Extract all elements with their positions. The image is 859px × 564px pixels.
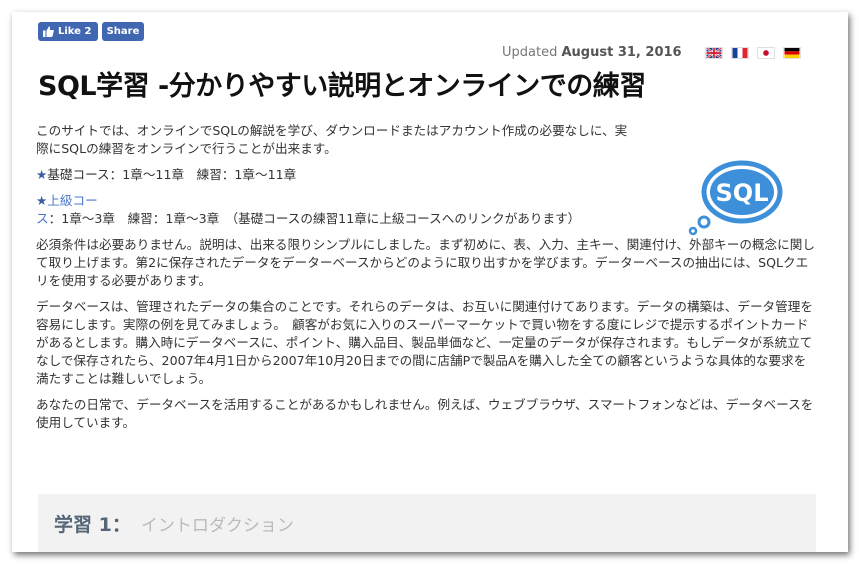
germany-flag-icon[interactable] <box>783 47 801 59</box>
star-icon: ★ <box>36 193 48 208</box>
updated-date: Updated August 31, 2016 <box>502 45 682 60</box>
advanced-course-text: ：1章～3章 練習：1章～3章 （基礎コースの練習11章に上級コースへのリンクが… <box>48 211 581 226</box>
daily-use-paragraph: あなたの日常で、データベースを活用することがあるかもしれません。例えば、ウェブブ… <box>36 397 814 430</box>
browser-page: Like 2 Share Updated August 31, 2016 SQL… <box>12 12 848 552</box>
facebook-like-button[interactable]: Like 2 <box>38 22 98 41</box>
advanced-course-line: ★上級コース：1章～3章 練習：1章～3章 （基礎コースの練習11章に上級コース… <box>36 192 636 228</box>
star-icon: ★ <box>36 167 48 182</box>
updated-date-value: August 31, 2016 <box>561 45 682 60</box>
page-title: SQL学習 -分かりやすい説明とオンラインでの練習 <box>38 71 646 102</box>
sql-badge-text: SQL <box>716 179 769 207</box>
japan-flag-icon[interactable] <box>757 47 775 59</box>
intro-paragraph: このサイトでは、オンラインでSQLの解説を学び、ダウンロードまたはアカウント作成… <box>36 123 628 156</box>
social-buttons: Like 2 Share <box>38 22 144 41</box>
like-label: Like 2 <box>58 26 92 37</box>
lesson-label: 学習 1： <box>54 514 131 536</box>
facebook-share-button[interactable]: Share <box>102 22 144 41</box>
lesson-header: 学習 1： イントロダクション <box>38 494 816 552</box>
lesson-subtitle: イントロダクション <box>140 516 294 536</box>
france-flag-icon[interactable] <box>731 47 749 59</box>
database-paragraph: データベースは、管理されたデータの集合のことです。それらのデータは、お互いに関連… <box>36 299 813 386</box>
language-flags <box>705 47 801 59</box>
prerequisites-paragraph: 必須条件は必要ありません。説明は、出来る限りシンプルにしました。まず初めに、表、… <box>36 237 815 288</box>
basic-course-line: ★基礎コース：1章～11章 練習：1章～11章 <box>36 166 636 184</box>
uk-flag-icon[interactable] <box>705 47 723 59</box>
basic-course-text: 基礎コース：1章～11章 練習：1章～11章 <box>47 167 297 182</box>
updated-prefix: Updated <box>502 45 558 60</box>
share-label: Share <box>106 26 140 37</box>
sql-bubble-icon: SQL <box>688 160 783 236</box>
thumbs-up-icon <box>43 26 54 37</box>
